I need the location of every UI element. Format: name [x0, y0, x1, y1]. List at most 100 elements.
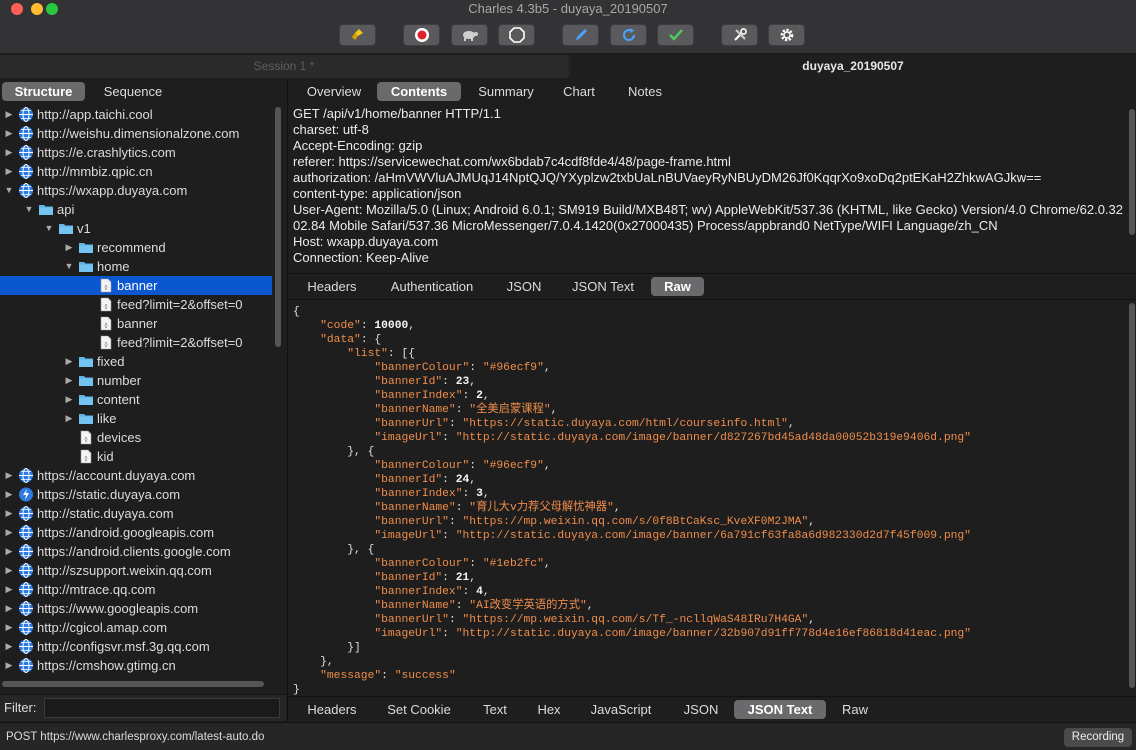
tree-row[interactable]: ▶ http://configsvr.msf.3g.qq.com: [0, 637, 272, 656]
tab-overview[interactable]: Overview: [301, 82, 367, 101]
tree-vertical-scrollbar[interactable]: [274, 107, 282, 679]
tools-button[interactable]: [721, 24, 758, 46]
filter-input[interactable]: [44, 698, 280, 718]
tree-row[interactable]: ▶ fixed: [0, 352, 272, 371]
expand-arrow-icon[interactable]: ▶: [4, 143, 14, 162]
validate-button[interactable]: [657, 24, 694, 46]
tree-row[interactable]: ▶ number: [0, 371, 272, 390]
request-headers-text[interactable]: GET /api/v1/home/banner HTTP/1.1 charset…: [293, 106, 1128, 273]
banner-id: 24: [455, 474, 470, 486]
tab-response-json-text[interactable]: JSON Text: [734, 700, 826, 719]
folder-icon: [79, 357, 93, 367]
tree-row[interactable]: ▶ https://e.crashlytics.com: [0, 143, 272, 162]
tree-row[interactable]: ▼ https://wxapp.duyaya.com: [0, 181, 272, 200]
tree-item-label: https://android.googleapis.com: [37, 525, 215, 540]
throttle-button[interactable]: [451, 24, 488, 46]
tree-row[interactable]: ▶ http://szsupport.weixin.qq.com: [0, 561, 272, 580]
collapse-arrow-icon[interactable]: ▼: [24, 200, 34, 219]
tree-row[interactable]: ▶ content: [0, 390, 272, 409]
tree-row[interactable]: ▼ api: [0, 200, 272, 219]
expand-arrow-icon[interactable]: ▶: [4, 637, 14, 656]
request-scrollbar[interactable]: [1128, 109, 1136, 269]
recording-button[interactable]: Recording: [1064, 728, 1132, 747]
settings-button[interactable]: [768, 24, 805, 46]
tree-item-label: http://mmbiz.qpic.cn: [37, 164, 153, 179]
tab-response-raw[interactable]: Raw: [833, 700, 877, 719]
tree-row[interactable]: {} banner: [0, 314, 272, 333]
tree-horizontal-scrollbar[interactable]: [2, 680, 266, 688]
expand-arrow-icon[interactable]: ▶: [4, 580, 14, 599]
expand-arrow-icon[interactable]: ▶: [4, 504, 14, 523]
tree-row[interactable]: {} kid: [0, 447, 272, 466]
expand-arrow-icon[interactable]: ▶: [4, 618, 14, 637]
host-tree[interactable]: ▶ http://app.taichi.cool ▶ http://weishu.di…: [0, 105, 272, 680]
tree-row[interactable]: {} feed?limit=2&offset=0: [0, 295, 272, 314]
expand-arrow-icon[interactable]: ▶: [4, 162, 14, 181]
response-scrollbar[interactable]: [1128, 303, 1136, 693]
tab-request-headers[interactable]: Headers: [298, 277, 366, 296]
tab-response-headers[interactable]: Headers: [298, 700, 366, 719]
globe-icon: [19, 126, 33, 141]
tree-row[interactable]: {} feed?limit=2&offset=0: [0, 333, 272, 352]
tree-row[interactable]: ▶ http://mtrace.qq.com: [0, 580, 272, 599]
tree-row[interactable]: ▶ https://account.duyaya.com: [0, 466, 272, 485]
tree-row[interactable]: {} banner: [0, 276, 272, 295]
expand-arrow-icon[interactable]: ▶: [4, 466, 14, 485]
tab-chart[interactable]: Chart: [554, 82, 604, 101]
tab-hex[interactable]: Hex: [528, 700, 570, 719]
expand-arrow-icon[interactable]: ▶: [4, 105, 14, 124]
tab-contents[interactable]: Contents: [377, 82, 461, 101]
tree-row[interactable]: ▼ v1: [0, 219, 272, 238]
collapse-arrow-icon[interactable]: ▼: [4, 181, 14, 200]
tree-row[interactable]: ▶ https://android.clients.google.com: [0, 542, 272, 561]
collapse-arrow-icon[interactable]: ▼: [64, 257, 74, 276]
tab-request-json[interactable]: JSON: [498, 277, 550, 296]
tree-row[interactable]: ▶ https://www.googleapis.com: [0, 599, 272, 618]
tree-row[interactable]: ▶ http://weishu.dimensionalzone.com: [0, 124, 272, 143]
tab-text[interactable]: Text: [471, 700, 519, 719]
expand-arrow-icon[interactable]: ▶: [4, 485, 14, 504]
tab-javascript[interactable]: JavaScript: [580, 700, 662, 719]
tree-row[interactable]: {} devices: [0, 428, 272, 447]
tree-row[interactable]: ▶ http://app.taichi.cool: [0, 105, 272, 124]
tab-authentication[interactable]: Authentication: [377, 277, 487, 296]
session-tab-2[interactable]: duyaya_20190507: [570, 55, 1136, 78]
sequence-view-tab[interactable]: Sequence: [88, 82, 178, 101]
tree-row[interactable]: ▶ recommend: [0, 238, 272, 257]
tree-row[interactable]: ▶ like: [0, 409, 272, 428]
repeat-button[interactable]: [610, 24, 647, 46]
expand-arrow-icon[interactable]: ▶: [64, 371, 74, 390]
expand-arrow-icon[interactable]: ▶: [64, 409, 74, 428]
tree-row[interactable]: ▶ http://mmbiz.qpic.cn: [0, 162, 272, 181]
session-tab-1[interactable]: Session 1 *: [0, 55, 568, 78]
tab-request-raw[interactable]: Raw: [651, 277, 704, 296]
expand-arrow-icon[interactable]: ▶: [4, 523, 14, 542]
response-body[interactable]: { "code": 10000, "data": { "list": [{ "b…: [293, 305, 1128, 695]
structure-view-tab[interactable]: Structure: [2, 82, 85, 101]
globe-icon: [19, 183, 33, 198]
tab-summary[interactable]: Summary: [471, 82, 541, 101]
expand-arrow-icon[interactable]: ▶: [64, 352, 74, 371]
expand-arrow-icon[interactable]: ▶: [64, 238, 74, 257]
breakpoints-button[interactable]: [498, 24, 535, 46]
tree-row[interactable]: ▶ https://static.duyaya.com: [0, 485, 272, 504]
expand-arrow-icon[interactable]: ▶: [4, 599, 14, 618]
expand-arrow-icon[interactable]: ▶: [4, 561, 14, 580]
tab-request-json-text[interactable]: JSON Text: [562, 277, 644, 296]
expand-arrow-icon[interactable]: ▶: [4, 656, 14, 675]
tab-notes[interactable]: Notes: [619, 82, 671, 101]
expand-arrow-icon[interactable]: ▶: [4, 542, 14, 561]
tree-row[interactable]: ▶ https://cmshow.gtimg.cn: [0, 656, 272, 675]
compose-button[interactable]: [562, 24, 599, 46]
tree-row[interactable]: ▶ https://android.googleapis.com: [0, 523, 272, 542]
tree-row[interactable]: ▼ home: [0, 257, 272, 276]
tree-row[interactable]: ▶ http://static.duyaya.com: [0, 504, 272, 523]
tree-row[interactable]: ▶ http://cgicol.amap.com: [0, 618, 272, 637]
expand-arrow-icon[interactable]: ▶: [4, 124, 14, 143]
collapse-arrow-icon[interactable]: ▼: [44, 219, 54, 238]
clear-session-button[interactable]: [339, 24, 376, 46]
tab-response-json[interactable]: JSON: [675, 700, 727, 719]
expand-arrow-icon[interactable]: ▶: [64, 390, 74, 409]
record-button[interactable]: [403, 24, 440, 46]
tab-set-cookie[interactable]: Set Cookie: [377, 700, 461, 719]
